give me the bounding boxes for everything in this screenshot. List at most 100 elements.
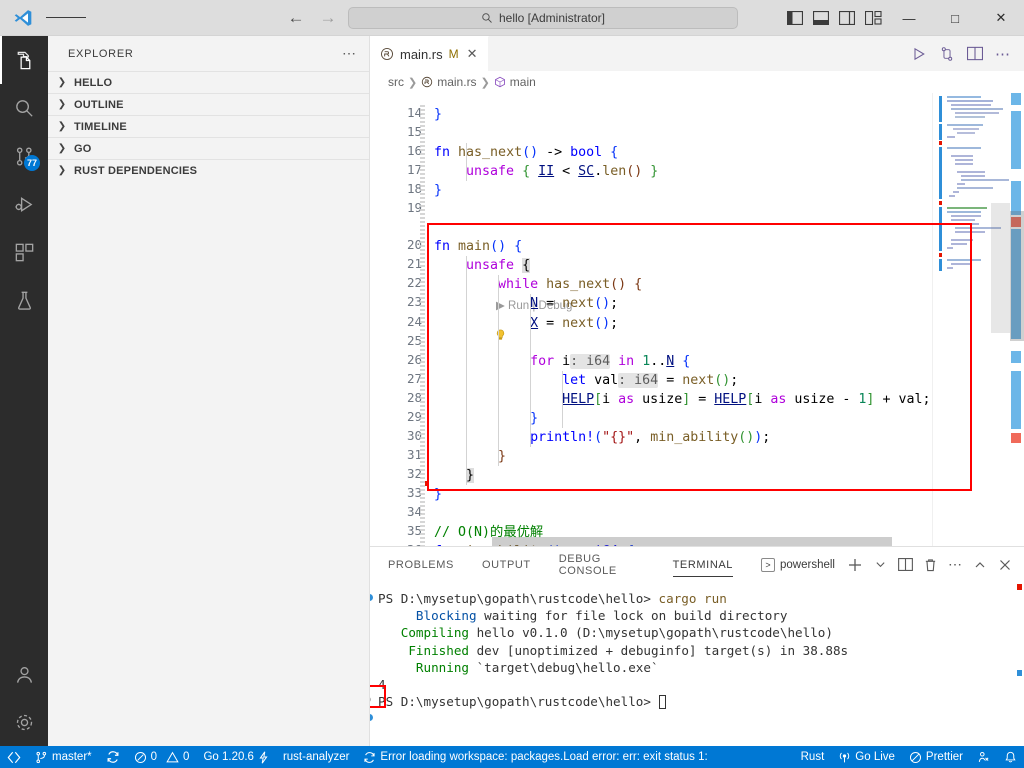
minimap-error-bar bbox=[939, 201, 942, 205]
code-token: val bbox=[586, 372, 619, 388]
arrow-left-icon[interactable]: ← bbox=[286, 8, 306, 28]
code-line[interactable]: unsafe { II < SC.len() } bbox=[434, 162, 658, 181]
code-line[interactable]: HELP[i as usize] = HELP[i as usize - 1] … bbox=[434, 390, 930, 409]
account-icon[interactable] bbox=[0, 650, 48, 698]
status-language-mode[interactable]: Rust bbox=[794, 746, 832, 768]
code-token: { bbox=[522, 258, 531, 274]
code-line[interactable]: } bbox=[434, 466, 475, 485]
window-minimize-button[interactable]: — bbox=[886, 0, 932, 36]
rust-analyzer-icon[interactable] bbox=[934, 39, 960, 69]
minimap-code-block bbox=[947, 207, 987, 209]
status-go-live[interactable]: Go Live bbox=[831, 746, 902, 768]
window-maximize-button[interactable]: □ bbox=[932, 0, 978, 36]
editor-horizontal-scrollbar[interactable] bbox=[492, 537, 892, 546]
line-number: 34 bbox=[406, 504, 422, 519]
toggle-secondary-sidebar-icon[interactable] bbox=[834, 0, 860, 36]
status-workspace-error[interactable]: Error loading workspace: packages.Load e… bbox=[356, 746, 717, 768]
code-token: ; bbox=[610, 315, 619, 331]
code-line[interactable]: } bbox=[434, 485, 442, 504]
status-notifications-button[interactable] bbox=[997, 746, 1024, 768]
command-center-search[interactable]: hello [Administrator] bbox=[348, 6, 738, 29]
arrow-right-icon[interactable]: → bbox=[318, 8, 338, 28]
overview-ruler-mark bbox=[1011, 351, 1021, 363]
line-number: 35 bbox=[406, 523, 422, 539]
code-content[interactable]: ▶ Run | Debug } fn has_next() -> bool { u… bbox=[432, 93, 932, 546]
close-panel-icon[interactable] bbox=[994, 552, 1016, 578]
new-terminal-icon[interactable] bbox=[844, 552, 866, 578]
minimap[interactable] bbox=[932, 93, 1010, 546]
tab-problems[interactable]: PROBLEMS bbox=[388, 551, 454, 579]
sidebar-item-extensions[interactable] bbox=[0, 228, 48, 276]
code-line[interactable]: println!("{}", min_ability()); bbox=[434, 428, 770, 447]
code-line[interactable]: fn has_next() -> bool { bbox=[434, 143, 618, 162]
sidebar-item-hello[interactable]: ❯ HELLO bbox=[48, 71, 369, 93]
sidebar-item-run-and-debug[interactable] bbox=[0, 180, 48, 228]
tab-main-rs[interactable]: main.rs M ✕ bbox=[370, 36, 489, 71]
customize-layout-icon[interactable] bbox=[860, 0, 886, 36]
explorer-sidebar: EXPLORER ⋯ ❯ HELLO ❯ OUTLINE ❯ TIMELINE … bbox=[48, 36, 370, 746]
tab-terminal[interactable]: TERMINAL bbox=[672, 551, 734, 579]
sidebar-item-go[interactable]: ❯ GO bbox=[48, 137, 369, 159]
status-go-version[interactable]: Go 1.20.6 bbox=[196, 746, 276, 768]
status-prettier[interactable]: Prettier bbox=[902, 746, 970, 768]
status-problems-button[interactable]: 0 0 bbox=[127, 746, 197, 768]
chevron-right-icon: ❯ bbox=[57, 99, 67, 110]
terminal-output[interactable]: PS D:\mysetup\gopath\rustcode\hello> car… bbox=[370, 582, 1024, 746]
code-line[interactable]: } bbox=[434, 409, 538, 428]
sidebar-more-actions-icon[interactable]: ⋯ bbox=[342, 45, 357, 62]
hamburger-menu-icon[interactable] bbox=[46, 14, 86, 21]
code-line[interactable]: unsafe { bbox=[434, 256, 531, 275]
code-line[interactable]: N = next(); bbox=[434, 294, 618, 313]
toggle-primary-sidebar-icon[interactable] bbox=[782, 0, 808, 36]
code-line[interactable]: } bbox=[434, 447, 506, 466]
code-line[interactable]: X = next(); bbox=[434, 314, 618, 333]
code-line[interactable]: } bbox=[434, 181, 442, 200]
line-number: 30 bbox=[406, 427, 422, 443]
files-icon bbox=[13, 49, 36, 72]
breadcrumb-src[interactable]: src bbox=[388, 75, 404, 89]
tab-output[interactable]: OUTPUT bbox=[482, 551, 531, 579]
toggle-panel-icon[interactable] bbox=[808, 0, 834, 36]
code-editor[interactable]: 14 15 16 17 18 19 20 21 22 23 24 25 26 27 28 29 30 31 32 33… bbox=[370, 93, 1024, 546]
status-branch-button[interactable]: master* bbox=[28, 746, 99, 768]
overview-ruler-scrollbar[interactable] bbox=[1010, 93, 1024, 546]
folding-indicator-strip[interactable] bbox=[420, 105, 425, 546]
more-actions-icon[interactable]: ⋯ bbox=[944, 552, 966, 578]
minimap-code-block bbox=[951, 108, 1003, 110]
breadcrumb-file[interactable]: main.rs bbox=[421, 75, 477, 89]
run-icon[interactable] bbox=[906, 39, 932, 69]
code-line[interactable]: for i: i64 in 1..N { bbox=[434, 352, 690, 371]
sidebar-item-source-control[interactable]: 77 bbox=[0, 132, 48, 180]
split-editor-icon[interactable] bbox=[962, 39, 988, 69]
kill-terminal-icon[interactable] bbox=[919, 552, 941, 578]
sidebar-item-testing[interactable] bbox=[0, 276, 48, 324]
code-line[interactable]: fn main() { bbox=[434, 237, 522, 256]
maximize-panel-icon[interactable] bbox=[969, 552, 991, 578]
split-terminal-icon[interactable] bbox=[894, 552, 916, 578]
sidebar-item-rust-dependencies[interactable]: ❯ RUST DEPENDENCIES bbox=[48, 159, 369, 181]
close-icon[interactable]: ✕ bbox=[467, 46, 478, 62]
minimap-code-block bbox=[951, 155, 973, 157]
more-actions-icon[interactable]: ⋯ bbox=[990, 39, 1016, 69]
breadcrumb-symbol[interactable]: main bbox=[494, 75, 536, 89]
terminal-selector[interactable]: > powershell bbox=[761, 557, 835, 572]
tab-debug-console[interactable]: DEBUG CONSOLE bbox=[559, 545, 645, 585]
status-rust-analyzer[interactable]: rust-analyzer bbox=[276, 746, 356, 768]
terminal-dropdown-icon[interactable] bbox=[869, 552, 891, 578]
sidebar-item-timeline[interactable]: ❯ TIMELINE bbox=[48, 115, 369, 137]
status-feedback-button[interactable] bbox=[970, 746, 997, 768]
editor-vertical-scrollbar-thumb[interactable] bbox=[1010, 211, 1024, 341]
status-remote-button[interactable] bbox=[0, 746, 28, 768]
code-line[interactable]: let val: i64 = next(); bbox=[434, 371, 738, 390]
window-close-button[interactable]: ✕ bbox=[978, 0, 1024, 36]
minimap-viewport-slider[interactable] bbox=[991, 203, 1010, 333]
gear-icon[interactable] bbox=[0, 698, 48, 746]
sidebar-item-outline[interactable]: ❯ OUTLINE bbox=[48, 93, 369, 115]
sidebar-item-search[interactable] bbox=[0, 84, 48, 132]
overview-ruler-mark bbox=[1011, 111, 1021, 169]
code-token: i bbox=[554, 353, 571, 369]
sidebar-item-explorer[interactable] bbox=[0, 36, 48, 84]
code-line[interactable]: } bbox=[434, 105, 442, 124]
status-sync-button[interactable] bbox=[99, 746, 127, 768]
